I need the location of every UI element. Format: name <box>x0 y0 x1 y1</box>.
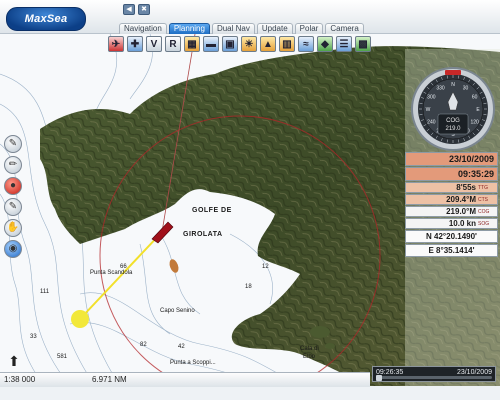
navigation-data-panel: 23/10/2009 09:35:29 8'55s TTG 209.4°M CTS … <box>405 152 498 258</box>
hand-icon[interactable]: ✋ <box>4 219 22 237</box>
window-buttons: ◀ ✖ <box>123 4 150 15</box>
map-label-elbo: Elbo <box>303 354 316 360</box>
r-letter-icon[interactable]: R <box>165 36 181 52</box>
zoom-range: 6.971 NM <box>92 375 127 384</box>
route-icon[interactable]: ✈ <box>108 36 124 52</box>
brush-icon[interactable]: ● <box>4 177 22 195</box>
depth-label: 12 <box>262 264 269 270</box>
gauge-tick-label: 330 <box>436 85 445 91</box>
list-icon[interactable]: ☰ <box>336 36 352 52</box>
heading-gauge: N3060E120150S210240W300330 COG 219.0 <box>411 67 495 151</box>
map-label-cala-di: Cala di <box>300 346 319 352</box>
map-label-capo-senino: Capo Senino <box>160 308 195 314</box>
depth-label: 42 <box>178 344 185 350</box>
depth-label: 33 <box>30 334 37 340</box>
eraser-icon[interactable]: ✎ <box>4 198 22 216</box>
pencil-icon[interactable]: ✏ <box>4 156 22 174</box>
pen-icon[interactable]: ✎ <box>4 135 22 153</box>
timeline-track[interactable] <box>376 376 492 379</box>
tab-navigation[interactable]: Navigation <box>119 23 167 34</box>
layers-icon[interactable]: ▦ <box>184 36 200 52</box>
depth-label: 111 <box>40 289 50 295</box>
nav-cts: 209.4°M CTS <box>405 194 498 205</box>
tab-camera[interactable]: Camera <box>325 23 364 34</box>
chart-toolbar: ✈ ✚ V R ▦ ▬ ▣ ☀ ▲ ▥ ≈ ◆ ☰ ▩ <box>108 34 371 54</box>
tab-planning[interactable]: Planning <box>168 23 210 34</box>
timeline-thumb[interactable] <box>376 375 382 381</box>
nav-longitude: E 8°35.1414' <box>405 244 498 257</box>
island <box>325 343 335 349</box>
photo-icon[interactable]: ▩ <box>355 36 371 52</box>
nav-time: 09:35:29 <box>405 167 498 181</box>
terrain-icon[interactable]: ◆ <box>317 36 333 52</box>
nav-sog: 10.0 kn SOG <box>405 218 498 229</box>
gauge-tick-label: 300 <box>427 95 436 101</box>
map-label-punta-scoppi: Punta a Scoppi... <box>170 360 216 366</box>
maxsea-logo: MaxSea <box>6 7 86 31</box>
waypoint-icon[interactable]: ✚ <box>127 36 143 52</box>
gauge-tick-label: W <box>426 107 431 113</box>
left-tool-column: ✎ ✏ ● ✎ ✋ ◉ <box>4 135 22 258</box>
nav-ttg: 8'55s TTG <box>405 182 498 193</box>
gauge-tick-label: N <box>451 82 455 88</box>
depth-label: 581 <box>57 354 68 360</box>
map-label-punta-scandola: Punta Scandola <box>90 270 133 276</box>
status-bar: 1:38 000 6.971 NM <box>0 372 370 387</box>
gauge-tick-label: 240 <box>427 120 436 126</box>
nav-cog: 219.0°M COG <box>405 206 498 217</box>
tab-update[interactable]: Update <box>256 23 293 34</box>
mode-tabs: Navigation Planning Dual Nav Update Pola… <box>119 23 364 34</box>
tide-icon[interactable]: ≈ <box>298 36 314 52</box>
time-slider[interactable]: 09:26:35 23/10/2009 <box>372 366 496 382</box>
depth-label: 82 <box>140 342 147 348</box>
map-label-golfe: GOLFE DE <box>192 207 232 214</box>
chart-scale: 1:38 000 <box>4 375 36 384</box>
tab-dual-nav[interactable]: Dual Nav <box>211 23 255 34</box>
image-icon[interactable]: ▣ <box>222 36 238 52</box>
chart-icon[interactable]: ▬ <box>203 36 219 52</box>
north-compass-icon[interactable]: ⬆ <box>6 352 22 370</box>
graph-icon[interactable]: ▲ <box>260 36 276 52</box>
gauge-tick-label: 120 <box>470 120 479 126</box>
tab-polar[interactable]: Polar <box>294 23 324 34</box>
top-bar: MaxSea ◀ ✖ Navigation Planning Dual Nav … <box>0 0 500 34</box>
gauge-heading-label: COG <box>446 118 460 124</box>
back-icon[interactable]: ◀ <box>123 4 135 15</box>
island <box>310 326 330 338</box>
depth-label: 66 <box>120 264 127 270</box>
globe-icon[interactable]: ◉ <box>4 240 22 258</box>
gauge-tick-label: 60 <box>472 95 478 101</box>
gauge-heading-value: 219.0 <box>445 126 461 132</box>
gauge-tick-label: 30 <box>463 85 469 91</box>
v-letter-icon[interactable]: V <box>146 36 162 52</box>
grid-icon[interactable]: ▥ <box>279 36 295 52</box>
weather-icon[interactable]: ☀ <box>241 36 257 52</box>
nav-date: 23/10/2009 <box>405 152 498 166</box>
waypoint-marker <box>71 310 89 328</box>
close-icon[interactable]: ✖ <box>138 4 150 15</box>
nav-latitude: N 42°20.1490' <box>405 230 498 243</box>
depth-label: 18 <box>245 284 252 290</box>
map-label-girolata: GIROLATA <box>183 231 223 238</box>
